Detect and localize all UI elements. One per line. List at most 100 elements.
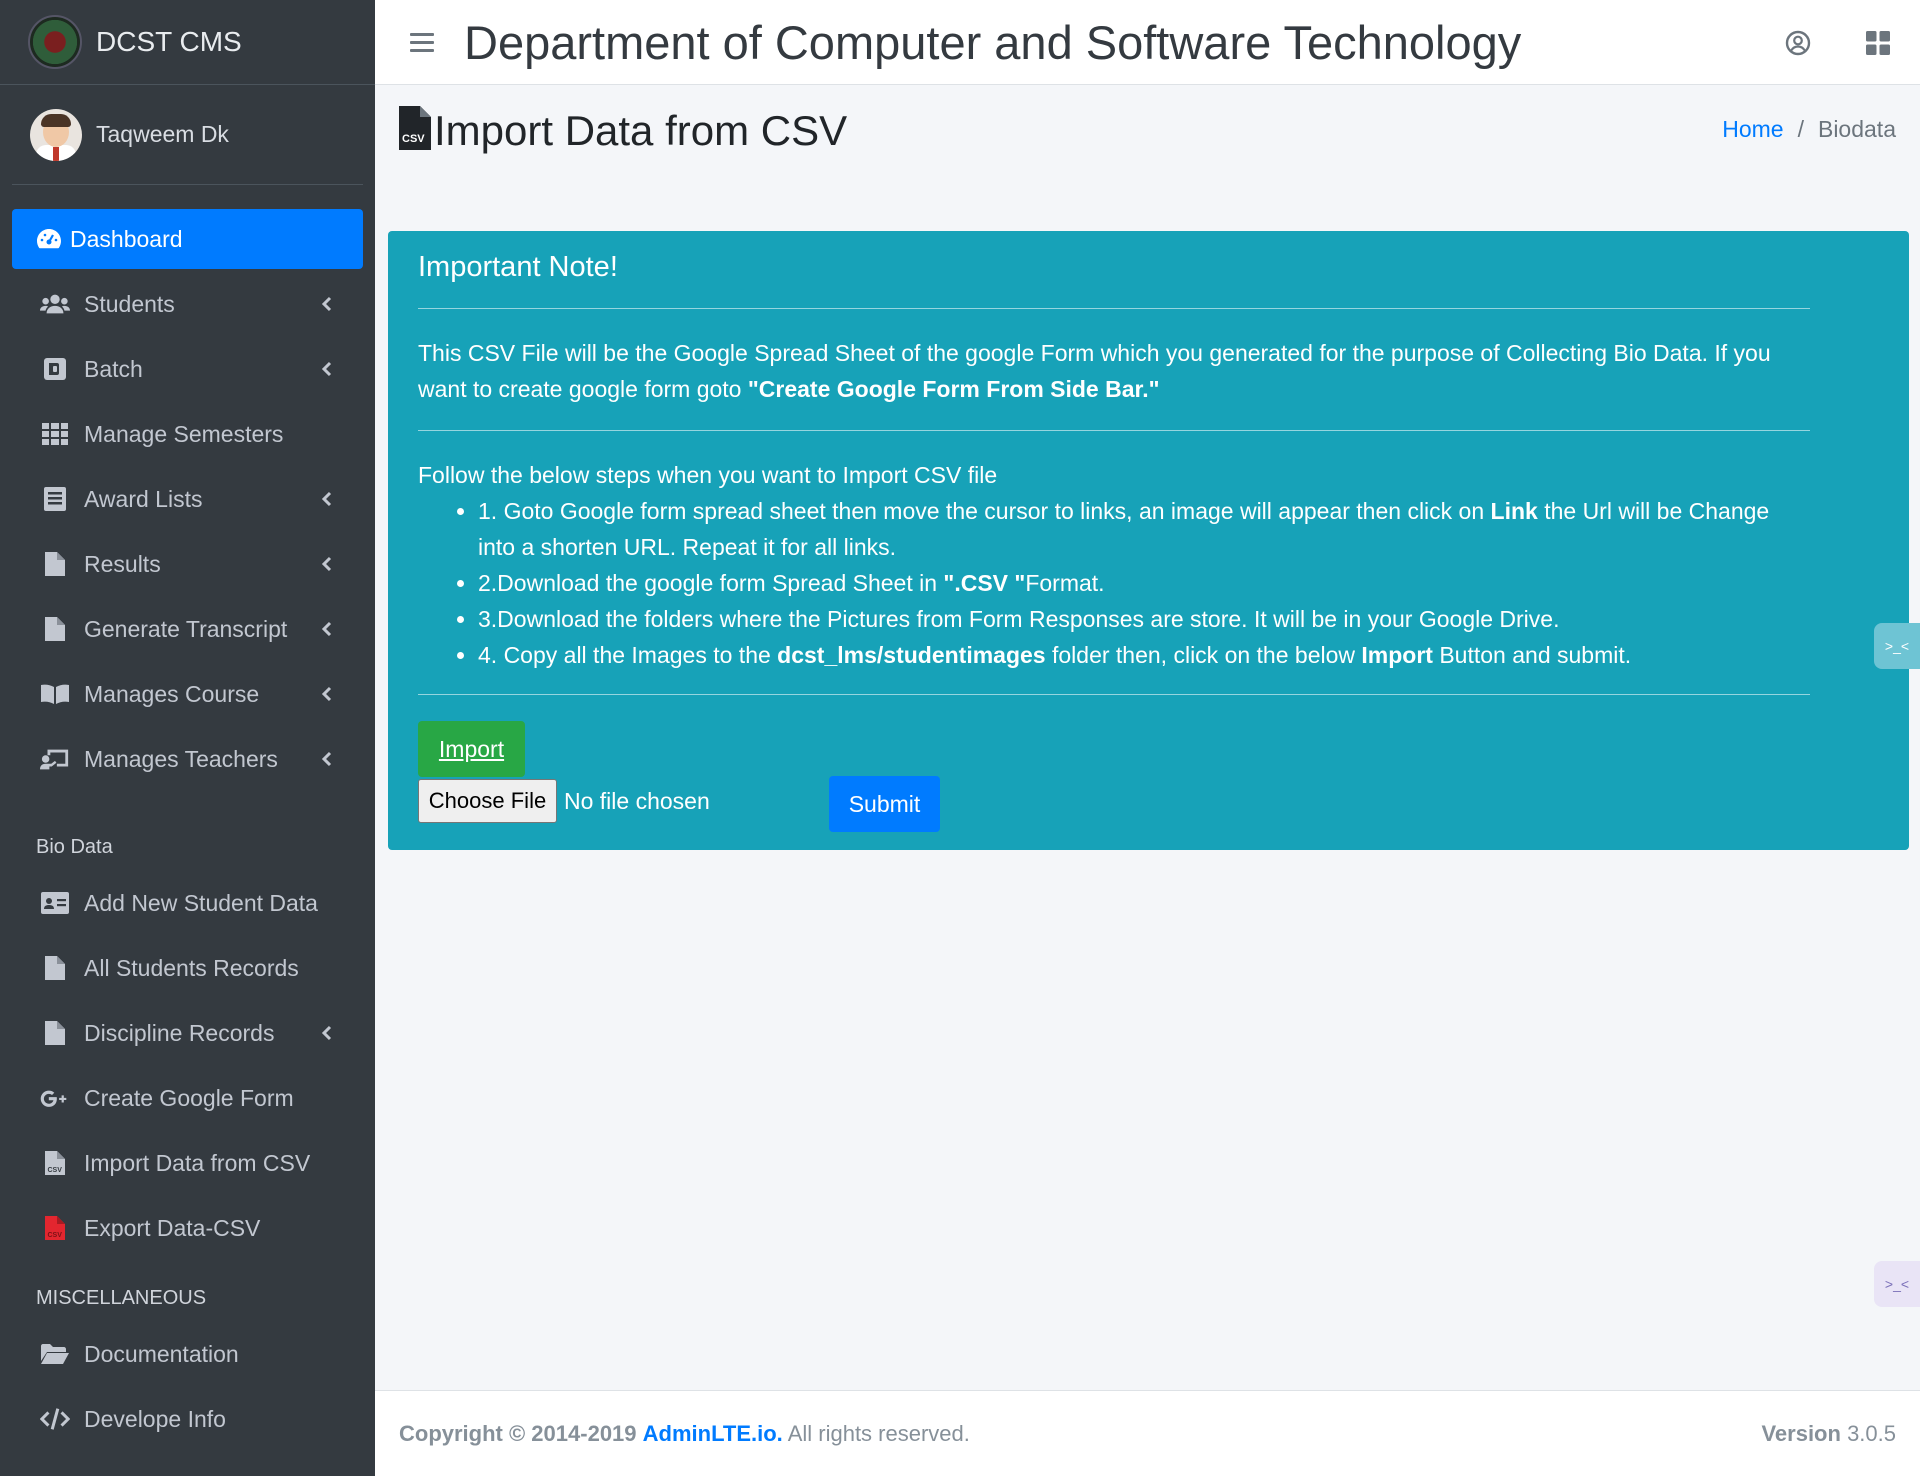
sidebar-item-label: Batch <box>84 355 143 382</box>
sidebar-item-import-data-from-csv[interactable]: CSV Import Data from CSV <box>12 1133 363 1193</box>
grid-icon <box>40 421 70 447</box>
sidebar-item-label: Manage Semesters <box>84 420 284 447</box>
id-card-icon <box>40 890 70 916</box>
code-icon <box>40 1406 70 1432</box>
page-title: Import Data from CSV <box>434 106 848 154</box>
sidebar-item-label: Add New Student Data <box>84 889 318 916</box>
sidebar-item-results[interactable]: Results <box>12 534 363 594</box>
sidebar-item-label: Export Data-CSV <box>84 1214 261 1241</box>
choose-file-button[interactable]: Choose File <box>418 779 557 823</box>
sidebar-item-discipline-records[interactable]: Discipline Records <box>12 1003 363 1063</box>
sidebar-item-label: Award Lists <box>84 485 203 512</box>
sidebar-item-add-new-student-data[interactable]: Add New Student Data <box>12 873 363 933</box>
list-icon <box>40 486 70 512</box>
nav-header-bio-data: Bio Data <box>36 836 113 858</box>
sidebar-item-manage-semesters[interactable]: Manage Semesters <box>12 404 363 464</box>
sidebar: DCST CMS Taqweem Dk Dashboard Students B… <box>0 0 375 1476</box>
chevron-left-icon <box>317 554 337 574</box>
sidebar-menu-misc: Documentation Develope Info <box>12 1324 363 1449</box>
brand-logo <box>28 15 82 69</box>
sidebar-item-all-students-records[interactable]: All Students Records <box>12 938 363 998</box>
footer-version: Version 3.0.5 <box>1761 1420 1896 1446</box>
sidebar-item-label: Create Google Form <box>84 1084 294 1111</box>
sidebar-item-label: Import Data from CSV <box>84 1149 311 1176</box>
chevron-left-icon <box>317 619 337 639</box>
navbar-title: Department of Computer and Software Tech… <box>464 15 1522 69</box>
note-paragraph-bold: "Create Google Form From Side Bar." <box>747 376 1160 402</box>
sidebar-item-label: Discipline Records <box>84 1019 275 1046</box>
sidebar-item-manages-course[interactable]: Manages Course <box>12 664 363 724</box>
extension-tab-icon[interactable]: >_< <box>1874 623 1920 669</box>
folder-open-icon <box>40 1341 70 1367</box>
steps-intro: Follow the below steps when you want to … <box>418 462 998 488</box>
note-title: Important Note! <box>418 251 618 283</box>
extension-tab-icon[interactable]: >_< <box>1874 1261 1920 1307</box>
step-item: 4. Copy all the Images to the dcst_lms/s… <box>478 637 1810 673</box>
file-icon <box>40 551 70 577</box>
tachometer-icon <box>34 226 64 252</box>
user-circle-icon[interactable] <box>1778 23 1818 63</box>
footer: Copyright © 2014-2019 AdminLTE.io. All r… <box>375 1390 1920 1476</box>
sidebar-item-generate-transcript[interactable]: Generate Transcript <box>12 599 363 659</box>
footer-copyright: Copyright © 2014-2019 AdminLTE.io. All r… <box>399 1420 970 1446</box>
chevron-left-icon <box>317 489 337 509</box>
file-csv-red-icon: CSV <box>40 1215 70 1241</box>
chalkboard-teacher-icon <box>40 746 70 772</box>
user-name[interactable]: Taqweem Dk <box>96 121 229 148</box>
sidebar-item-batch[interactable]: Batch <box>12 339 363 399</box>
brand-text: DCST CMS <box>96 26 242 57</box>
sidebar-item-label: Results <box>84 550 161 577</box>
submit-button[interactable]: Submit <box>829 776 940 832</box>
steps-list: 1. Goto Google form spread sheet then mo… <box>418 493 1810 673</box>
svg-text:CSV: CSV <box>48 1167 63 1174</box>
sidebar-item-manages-teachers[interactable]: Manages Teachers <box>12 729 363 789</box>
file-input[interactable]: Choose File No file chosen <box>418 779 710 823</box>
sidebar-menu-bio: Add New Student Data All Students Record… <box>12 873 363 1258</box>
sidebar-item-label: Manages Course <box>84 680 260 707</box>
sidebar-item-develope-info[interactable]: Develope Info <box>12 1389 363 1449</box>
book-icon <box>40 681 70 707</box>
file-icon <box>40 616 70 642</box>
file-icon <box>40 1020 70 1046</box>
chevron-left-icon <box>317 684 337 704</box>
batch-icon <box>40 356 70 382</box>
divider <box>418 308 1810 309</box>
sidebar-item-dashboard[interactable]: Dashboard <box>12 209 363 269</box>
note-paragraph: This CSV File will be the Google Spread … <box>418 335 1808 407</box>
svg-text:CSV: CSV <box>402 133 425 145</box>
breadcrumb: Home / Biodata <box>1722 116 1896 143</box>
file-csv-icon: CSV <box>398 105 432 156</box>
breadcrumb-home-link[interactable]: Home <box>1722 116 1783 143</box>
sidebar-item-label: Develope Info <box>84 1405 226 1432</box>
import-button[interactable]: Import <box>418 721 525 777</box>
divider <box>418 430 1810 431</box>
file-status-text: No file chosen <box>564 787 710 814</box>
sidebar-item-students[interactable]: Students <box>12 274 363 334</box>
chevron-left-icon <box>317 749 337 769</box>
apps-grid-icon[interactable] <box>1858 23 1898 63</box>
chevron-left-icon <box>317 1023 337 1043</box>
footer-adminlte-link[interactable]: AdminLTE.io. <box>643 1421 783 1446</box>
sidebar-item-create-google-form[interactable]: Create Google Form <box>12 1068 363 1128</box>
sidebar-item-label: Documentation <box>84 1340 239 1367</box>
sidebar-item-label: Dashboard <box>70 225 183 252</box>
avatar <box>30 108 82 161</box>
menu-toggle-icon[interactable] <box>410 28 434 57</box>
sidebar-item-documentation[interactable]: Documentation <box>12 1324 363 1384</box>
sidebar-item-label: Manages Teachers <box>84 745 278 772</box>
breadcrumb-current: Biodata <box>1817 116 1896 142</box>
sidebar-item-award-lists[interactable]: Award Lists <box>12 469 363 529</box>
sidebar-menu: Dashboard Students Batch Manage Semester… <box>12 209 363 789</box>
top-navbar: Department of Computer and Software Tech… <box>375 0 1920 85</box>
user-panel[interactable]: Taqweem Dk <box>12 85 363 185</box>
step-item: 1. Goto Google form spread sheet then mo… <box>478 493 1810 565</box>
chevron-left-icon <box>317 359 337 379</box>
breadcrumb-separator: / <box>1797 116 1804 142</box>
divider <box>418 694 1810 695</box>
brand-link[interactable]: DCST CMS <box>0 0 375 85</box>
file-csv-icon: CSV <box>40 1150 70 1176</box>
sidebar-item-export-data-csv[interactable]: CSV Export Data-CSV <box>12 1198 363 1258</box>
sidebar-item-label: Students <box>84 290 175 317</box>
svg-text:CSV: CSV <box>48 1232 63 1239</box>
sidebar-item-label: Generate Transcript <box>84 615 288 642</box>
